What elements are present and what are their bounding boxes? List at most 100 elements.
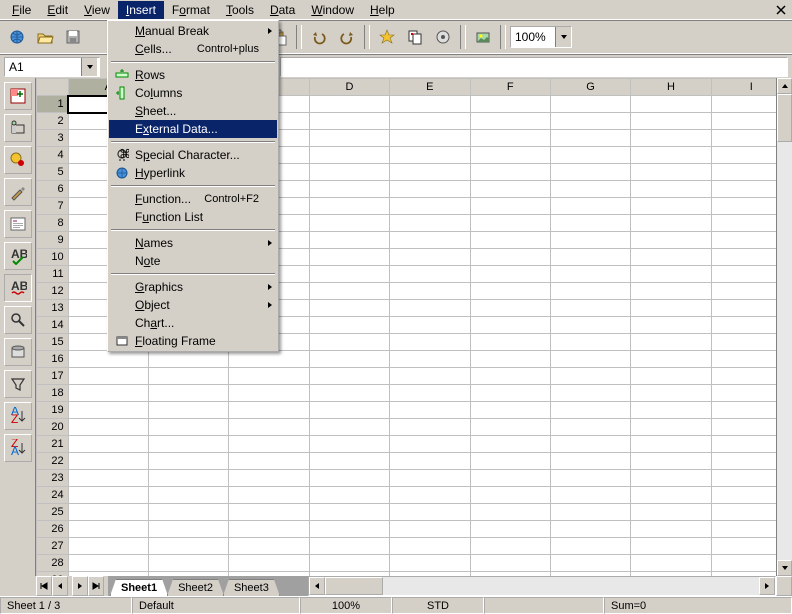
menu-item-manual-break[interactable]: Manual Break <box>109 22 277 40</box>
horizontal-scrollbar[interactable] <box>308 576 776 596</box>
cell[interactable] <box>631 419 711 436</box>
insert-cells-button[interactable] <box>4 82 32 110</box>
cell[interactable] <box>149 538 229 555</box>
cell[interactable] <box>631 453 711 470</box>
cell[interactable] <box>309 198 389 215</box>
cell[interactable] <box>390 555 470 572</box>
cell[interactable] <box>390 368 470 385</box>
autofilter-button[interactable] <box>4 370 32 398</box>
row-header-5[interactable]: 5 <box>37 164 69 181</box>
cell[interactable] <box>149 402 229 419</box>
cell[interactable] <box>631 164 711 181</box>
cell[interactable] <box>309 453 389 470</box>
undo-button[interactable] <box>306 24 332 50</box>
row-header-13[interactable]: 13 <box>37 300 69 317</box>
menu-item-sheet[interactable]: Sheet... <box>109 102 277 120</box>
menu-item-names[interactable]: Names <box>109 234 277 252</box>
cell[interactable] <box>631 555 711 572</box>
hyperlink-button[interactable] <box>430 24 456 50</box>
cell[interactable] <box>550 504 630 521</box>
col-header-F[interactable]: F <box>470 79 550 96</box>
save-button[interactable] <box>60 24 86 50</box>
cell[interactable] <box>309 334 389 351</box>
cell[interactable] <box>390 96 470 113</box>
menu-window[interactable]: Window <box>303 1 362 19</box>
cell[interactable] <box>470 334 550 351</box>
cell[interactable] <box>631 521 711 538</box>
cell[interactable] <box>229 504 309 521</box>
cell[interactable] <box>309 164 389 181</box>
cell[interactable] <box>229 572 309 577</box>
row-header-21[interactable]: 21 <box>37 436 69 453</box>
zoom-dropdown-icon[interactable] <box>555 27 571 47</box>
cell[interactable] <box>550 96 630 113</box>
cell[interactable] <box>229 521 309 538</box>
cell[interactable] <box>309 470 389 487</box>
scroll-down-icon[interactable] <box>777 560 792 576</box>
cell[interactable] <box>149 555 229 572</box>
cell[interactable] <box>309 215 389 232</box>
cell[interactable] <box>309 147 389 164</box>
cell[interactable] <box>390 470 470 487</box>
row-header-27[interactable]: 27 <box>37 538 69 555</box>
cell[interactable] <box>631 147 711 164</box>
cell[interactable] <box>309 504 389 521</box>
cell[interactable] <box>229 470 309 487</box>
cell[interactable] <box>309 538 389 555</box>
cell[interactable] <box>390 419 470 436</box>
cell[interactable] <box>68 385 148 402</box>
vertical-scrollbar[interactable] <box>776 78 792 576</box>
name-box[interactable] <box>4 57 100 77</box>
cell[interactable] <box>550 317 630 334</box>
cell[interactable] <box>470 351 550 368</box>
cell[interactable] <box>390 334 470 351</box>
cell[interactable] <box>309 351 389 368</box>
cell[interactable] <box>309 300 389 317</box>
cell[interactable] <box>550 232 630 249</box>
col-header-H[interactable]: H <box>631 79 711 96</box>
cell[interactable] <box>68 521 148 538</box>
name-box-input[interactable] <box>5 58 81 76</box>
menu-item-function[interactable]: Function...Control+F2 <box>109 190 277 208</box>
cell[interactable] <box>631 436 711 453</box>
gallery-button[interactable] <box>470 24 496 50</box>
menu-item-object[interactable]: Object <box>109 296 277 314</box>
cell[interactable] <box>631 351 711 368</box>
cell[interactable] <box>390 232 470 249</box>
menu-item-hyperlink[interactable]: Hyperlink <box>109 164 277 182</box>
menu-help[interactable]: Help <box>362 1 403 19</box>
formula-input[interactable] <box>280 57 788 77</box>
cell[interactable] <box>390 249 470 266</box>
cell[interactable] <box>470 436 550 453</box>
cell[interactable] <box>470 572 550 577</box>
cell[interactable] <box>470 181 550 198</box>
cell[interactable] <box>68 538 148 555</box>
cell[interactable] <box>309 181 389 198</box>
tab-first-icon[interactable] <box>36 576 52 596</box>
cell[interactable] <box>550 266 630 283</box>
row-header-2[interactable]: 2 <box>37 113 69 130</box>
row-header-8[interactable]: 8 <box>37 215 69 232</box>
cell[interactable] <box>470 317 550 334</box>
select-all-corner[interactable] <box>37 79 69 96</box>
cell[interactable] <box>470 147 550 164</box>
cell[interactable] <box>68 572 148 577</box>
cell[interactable] <box>309 96 389 113</box>
cell[interactable] <box>470 198 550 215</box>
cell[interactable] <box>309 521 389 538</box>
cell[interactable] <box>631 317 711 334</box>
menu-file[interactable]: File <box>4 1 39 19</box>
cell[interactable] <box>470 232 550 249</box>
cell[interactable] <box>631 402 711 419</box>
cell[interactable] <box>229 402 309 419</box>
cell[interactable] <box>550 198 630 215</box>
cell[interactable] <box>149 572 229 577</box>
cell[interactable] <box>631 385 711 402</box>
cell[interactable] <box>309 436 389 453</box>
row-header-24[interactable]: 24 <box>37 487 69 504</box>
cell[interactable] <box>631 487 711 504</box>
cell[interactable] <box>550 334 630 351</box>
cell[interactable] <box>309 232 389 249</box>
cell[interactable] <box>470 504 550 521</box>
cell[interactable] <box>631 334 711 351</box>
